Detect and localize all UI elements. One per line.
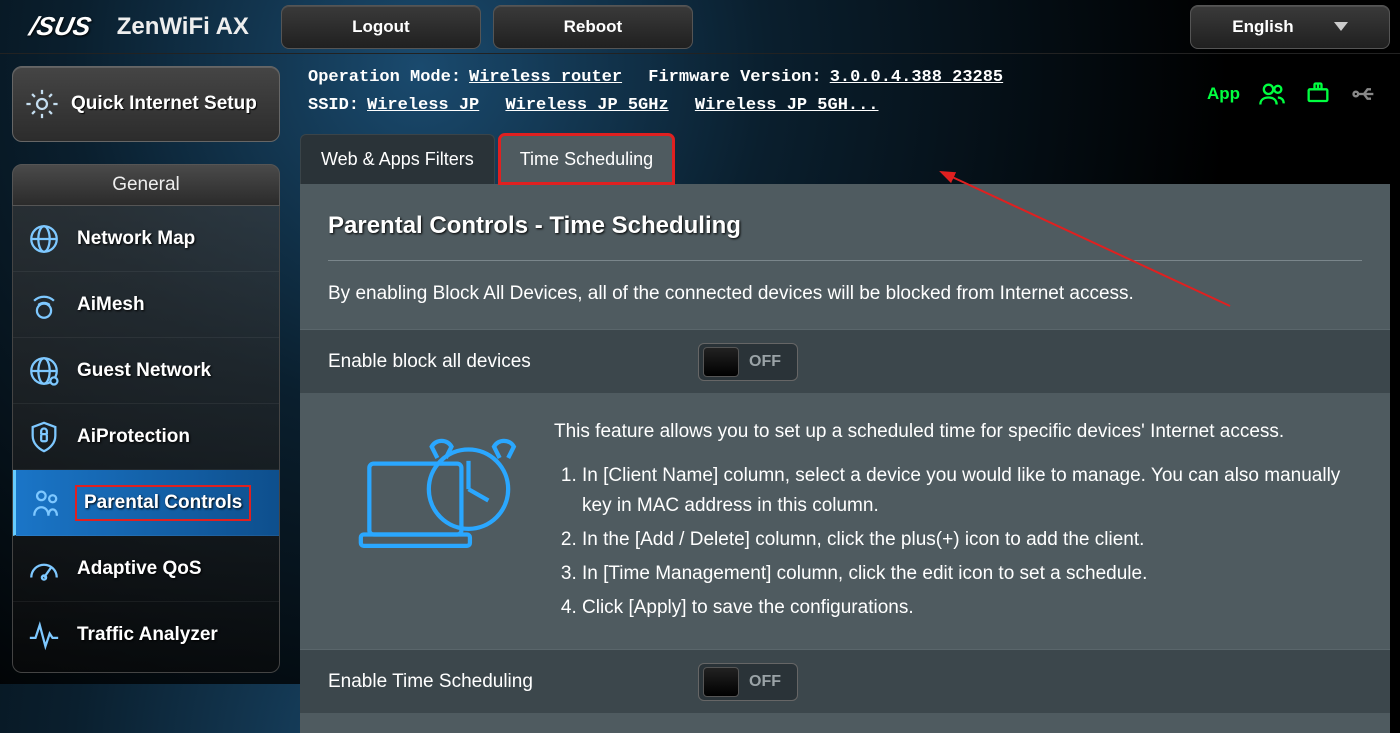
ssid-2[interactable]: Wireless JP 5GHz xyxy=(505,92,668,120)
ssid-1[interactable]: Wireless JP xyxy=(367,92,479,120)
toggle-state: OFF xyxy=(749,673,781,691)
usb-icon[interactable] xyxy=(1350,80,1378,108)
family-icon xyxy=(30,486,64,520)
sidebar-item-aimesh[interactable]: AiMesh xyxy=(13,272,279,338)
gauge-icon xyxy=(27,552,61,586)
sidebar-item-label: Network Map xyxy=(77,228,195,250)
gear-icon xyxy=(25,87,59,121)
chevron-down-icon xyxy=(1334,22,1348,31)
sidebar-item-label: Traffic Analyzer xyxy=(77,624,218,646)
language-select[interactable]: English xyxy=(1190,5,1390,49)
toggle-time-scheduling[interactable]: OFF xyxy=(698,663,798,701)
language-label: English xyxy=(1232,17,1293,37)
sidebar-item-traffic-analyzer[interactable]: Traffic Analyzer xyxy=(13,602,279,668)
sidebar-item-label: AiMesh xyxy=(77,294,145,316)
setting-block-all-devices: Enable block all devices OFF xyxy=(300,329,1390,393)
sidebar-item-aiprotection[interactable]: AiProtection xyxy=(13,404,279,470)
setting-label: Enable block all devices xyxy=(328,351,698,373)
ssid-3[interactable]: Wireless JP 5GH... xyxy=(695,92,879,120)
sidebar-item-label: Guest Network xyxy=(77,360,211,382)
setting-label: Enable Time Scheduling xyxy=(328,671,698,693)
qis-label: Quick Internet Setup xyxy=(71,92,257,116)
sidebar-item-adaptive-qos[interactable]: Adaptive QoS xyxy=(13,536,279,602)
instruction-step-3: In [Time Management] column, click the e… xyxy=(582,559,1362,589)
sidebar-item-label: AiProtection xyxy=(77,426,190,448)
app-link[interactable]: App xyxy=(1207,84,1240,104)
page-description: By enabling Block All Devices, all of th… xyxy=(328,283,1362,305)
section-general: General xyxy=(12,164,280,206)
firmware-value[interactable]: 3.0.0.4.388_23285 xyxy=(830,64,1003,92)
sidebar-item-label: Adaptive QoS xyxy=(77,558,202,580)
page-title: Parental Controls - Time Scheduling xyxy=(328,212,1362,261)
globe-icon xyxy=(27,222,61,256)
globe-share-icon xyxy=(27,354,61,388)
instruction-step-2: In the [Add / Delete] column, click the … xyxy=(582,525,1362,555)
tab-time-scheduling[interactable]: Time Scheduling xyxy=(499,134,674,184)
sidebar-item-guest-network[interactable]: Guest Network xyxy=(13,338,279,404)
operation-mode-value[interactable]: Wireless router xyxy=(469,64,622,92)
setting-time-scheduling: Enable Time Scheduling OFF xyxy=(300,649,1390,713)
instruction-step-1: In [Client Name] column, select a device… xyxy=(582,461,1362,521)
wan-icon[interactable] xyxy=(1304,80,1332,108)
instruction-step-4: Click [Apply] to save the configurations… xyxy=(582,593,1362,623)
toggle-knob xyxy=(703,667,739,697)
sidebar-item-parental-controls[interactable]: Parental Controls xyxy=(13,470,279,536)
sidebar-item-label: Parental Controls xyxy=(80,490,246,516)
product-model: ZenWiFi AX xyxy=(117,13,249,41)
shield-icon xyxy=(27,420,61,454)
tab-web-apps-filters[interactable]: Web & Apps Filters xyxy=(300,134,495,184)
ssid-label: SSID: xyxy=(308,92,359,120)
logout-button[interactable]: Logout xyxy=(281,5,481,49)
router-icon xyxy=(27,288,61,322)
users-icon[interactable] xyxy=(1258,80,1286,108)
firmware-label: Firmware Version: xyxy=(648,64,821,92)
brand-logo: /SUS xyxy=(7,11,108,42)
reboot-button[interactable]: Reboot xyxy=(493,5,693,49)
toggle-knob xyxy=(703,347,739,377)
toggle-block-all[interactable]: OFF xyxy=(698,343,798,381)
schedule-icon xyxy=(358,417,528,567)
operation-mode-label: Operation Mode: xyxy=(308,64,461,92)
quick-internet-setup[interactable]: Quick Internet Setup xyxy=(12,66,280,142)
sidebar-item-network-map[interactable]: Network Map xyxy=(13,206,279,272)
toggle-state: OFF xyxy=(749,353,781,371)
pulse-icon xyxy=(27,618,61,652)
feature-intro: This feature allows you to set up a sche… xyxy=(554,417,1362,447)
